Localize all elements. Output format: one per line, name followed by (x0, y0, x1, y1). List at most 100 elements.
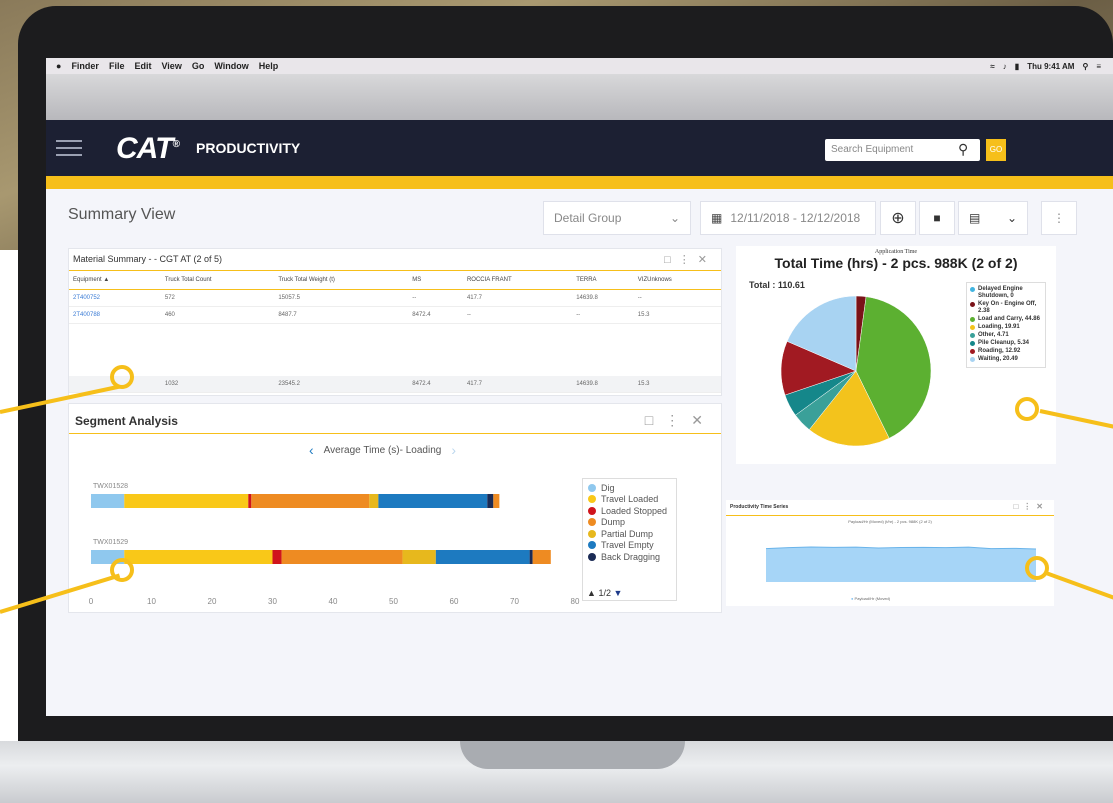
legend-label: Payload/Hr (Moved) (854, 596, 891, 601)
expand-icon[interactable]: □ (664, 254, 679, 266)
table-row[interactable]: 2T400752 572 15057.5 -- 417.7 14639.8 -- (69, 289, 721, 307)
menu-help[interactable]: Help (259, 61, 279, 71)
application-time-panel: Application Time Total Time (hrs) - 2 pc… (736, 246, 1056, 464)
equipment-link[interactable]: 2T400752 (69, 289, 161, 307)
legend-item[interactable]: Key On - Engine Off, 2.38 (970, 301, 1042, 315)
expand-icon[interactable]: □ (1013, 502, 1023, 511)
totals-row: 1032 23545.2 8472.4 417.7 14639.8 15.3 (69, 375, 721, 393)
table-spacer (69, 324, 721, 376)
clock[interactable]: Thu 9:41 AM (1027, 62, 1074, 71)
hamburger-icon[interactable] (56, 140, 82, 156)
bar-segment (91, 494, 125, 508)
more-button[interactable]: ⋮ (1041, 201, 1077, 235)
add-button[interactable]: ⊕ (880, 201, 916, 235)
expand-icon[interactable]: □ (645, 412, 665, 428)
col-roccia[interactable]: ROCCIA FRANT (462, 271, 573, 290)
col-ms[interactable]: MS (408, 271, 463, 290)
legend-dot-icon (588, 529, 596, 538)
chart-nav: ‹ Average Time (s)- Loading › (309, 442, 456, 458)
table-row[interactable]: 2T400788 460 8487.7 8472.4 -- -- 15.3 (69, 306, 721, 324)
panel-title-text: Material Summary - - CGT AT (2 of 5) (73, 254, 223, 264)
menu-finder[interactable]: Finder (71, 61, 99, 71)
laptop-notch (460, 741, 685, 769)
area-fill (766, 547, 1036, 582)
panel-title: Productivity Time Series □⋮✕ (726, 500, 1054, 516)
battery-icon[interactable]: ▮ (1015, 62, 1019, 71)
menu-view[interactable]: View (161, 61, 181, 71)
date-range-value: 12/11/2018 - 12/12/2018 (730, 211, 861, 225)
menu-list-icon[interactable]: ≡ (1096, 62, 1101, 71)
search-icon[interactable]: ⚲ (958, 141, 976, 159)
equipment-link[interactable]: 2T400788 (69, 306, 161, 324)
chevron-left-icon[interactable]: ‹ (309, 442, 314, 458)
folder-button[interactable]: ■ (919, 201, 955, 235)
col-vizunknows[interactable]: VIZUnknows (633, 271, 721, 290)
legend-item[interactable]: Waiting, 20.49 (970, 356, 1042, 363)
col-truck-weight[interactable]: Truck Total Weight (t) (274, 271, 409, 290)
pager-down-icon[interactable]: ▼ (613, 588, 622, 598)
legend-dot-icon (588, 506, 596, 515)
group-select[interactable]: Detail Group ⌄ (543, 201, 691, 235)
spotlight-icon[interactable]: ⚲ (1082, 62, 1088, 71)
legend-item[interactable]: Travel Empty (588, 540, 671, 552)
total-cell: 417.7 (462, 375, 573, 393)
legend-item[interactable]: Load and Carry, 44.86 (970, 316, 1042, 323)
close-icon[interactable]: ✕ (698, 254, 715, 266)
legend-item[interactable]: Pile Cleanup, 5.34 (970, 340, 1042, 347)
panel-title-text: Segment Analysis (75, 414, 178, 428)
more-icon: ⋮ (1053, 211, 1065, 225)
legend-label: Dig (601, 482, 615, 493)
kebab-icon[interactable]: ⋮ (1023, 502, 1036, 511)
menu-go[interactable]: Go (192, 61, 205, 71)
app-header: CAT® PRODUCTIVITY Search Equipment ⚲ GO (46, 120, 1113, 176)
legend-item[interactable]: Back Dragging (588, 551, 671, 563)
legend-label: Dump (601, 517, 626, 528)
menu-edit[interactable]: Edit (134, 61, 151, 71)
legend-item[interactable]: Roading, 12.92 (970, 348, 1042, 355)
legend-item[interactable]: Loading, 19.91 (970, 324, 1042, 331)
wifi-icon[interactable]: ≈ (990, 62, 994, 71)
legend-item[interactable]: Partial Dump (588, 528, 671, 540)
bar-segment (251, 494, 370, 508)
go-button[interactable]: GO (986, 139, 1006, 161)
close-icon[interactable]: ✕ (691, 412, 715, 428)
kebab-icon[interactable]: ⋮ (665, 412, 691, 428)
legend-label: Roading, 12.92 (978, 348, 1021, 354)
apple-icon[interactable]: ● (56, 61, 61, 71)
legend-item[interactable]: Dump (588, 517, 671, 529)
legend-label: Key On - Engine Off, 2.38 (978, 301, 1037, 314)
time-series-chart (765, 546, 1037, 582)
legend-item[interactable]: Travel Loaded (588, 494, 671, 506)
volume-icon[interactable]: ♪ (1003, 62, 1007, 71)
search-input[interactable]: Search Equipment (825, 139, 980, 161)
menu-window[interactable]: Window (214, 61, 248, 71)
legend-item[interactable]: Other, 4.71 (970, 332, 1042, 339)
save-button[interactable]: ▤ ⌄ (958, 201, 1028, 235)
kebab-icon[interactable]: ⋮ (679, 254, 698, 266)
legend-item[interactable]: Loaded Stopped (588, 505, 671, 517)
date-range-picker[interactable]: ▦ 12/11/2018 - 12/12/2018 (700, 201, 876, 235)
menu-file[interactable]: File (109, 61, 125, 71)
time-series-panel: Productivity Time Series □⋮✕ Payload/Hr … (726, 500, 1054, 606)
col-equipment[interactable]: Equipment ▲ (69, 271, 161, 290)
legend-item[interactable]: Dig (588, 482, 671, 494)
callout-marker (110, 558, 134, 582)
col-terra[interactable]: TERRA (572, 271, 634, 290)
callout-marker (1015, 397, 1039, 421)
bar-segment (281, 550, 403, 564)
pager-up-icon[interactable]: ▲ (587, 588, 596, 598)
chevron-right-icon[interactable]: › (451, 442, 456, 458)
legend-item[interactable]: Delayed Engine Shutdown, 0 (970, 286, 1042, 300)
legend-label: Pile Cleanup, 5.34 (978, 340, 1030, 346)
bar-segment (493, 494, 500, 508)
table-header: Equipment ▲ Truck Total Count Truck Tota… (69, 271, 721, 290)
total-cell: 23545.2 (274, 375, 409, 393)
table-cell: 460 (160, 306, 275, 324)
close-icon[interactable]: ✕ (1036, 502, 1048, 511)
legend-dot-icon (970, 317, 975, 322)
bar-segment (378, 494, 488, 508)
material-table: Equipment ▲ Truck Total Count Truck Tota… (69, 271, 721, 393)
legend-pager[interactable]: ▲ 1/2 ▼ (587, 588, 667, 598)
col-truck-count[interactable]: Truck Total Count (160, 271, 275, 290)
callout-marker (1025, 556, 1049, 580)
